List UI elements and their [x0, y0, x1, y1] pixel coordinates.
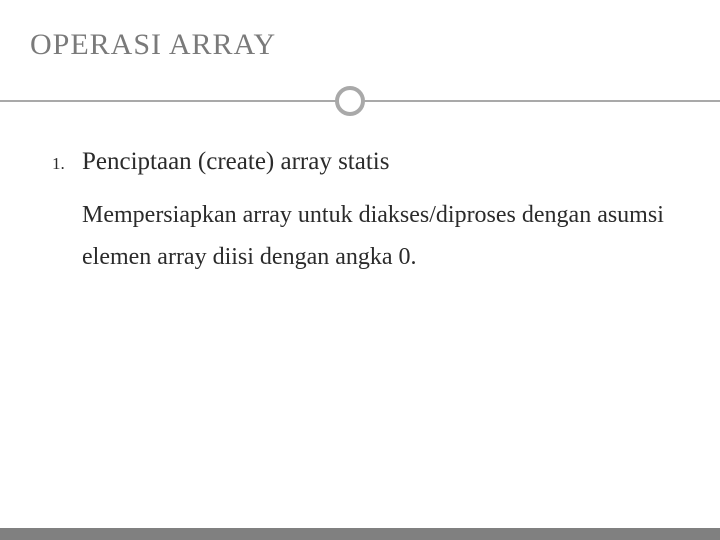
- content-area: 1. Penciptaan (create) array statis Memp…: [30, 140, 690, 278]
- list-number: 1.: [52, 154, 82, 174]
- slide-title: OPERASI ARRAY: [30, 28, 690, 62]
- divider: [0, 86, 720, 116]
- bottom-accent-bar: [0, 528, 720, 540]
- divider-circle-icon: [335, 86, 365, 116]
- list-item: 1. Penciptaan (create) array statis: [52, 148, 680, 176]
- slide: OPERASI ARRAY 1. Penciptaan (create) arr…: [0, 0, 720, 540]
- list-body-text: Mempersiapkan array untuk diakses/dipros…: [82, 194, 680, 278]
- list-heading: Penciptaan (create) array statis: [82, 148, 389, 176]
